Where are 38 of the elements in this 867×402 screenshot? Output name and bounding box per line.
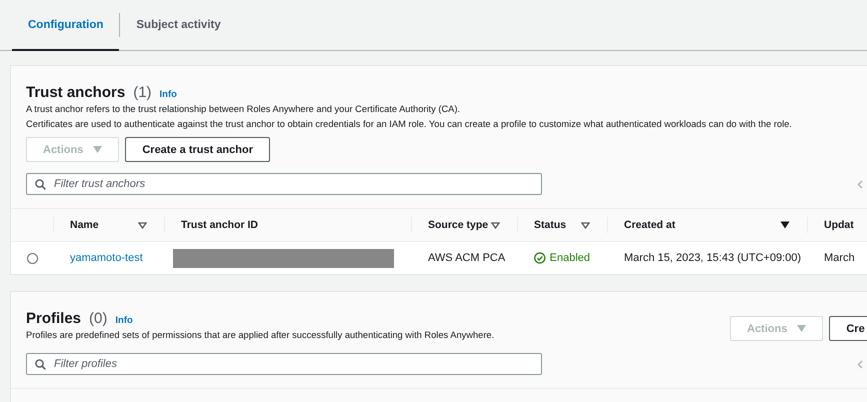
filter-box[interactable]: Filter trust anchors: [26, 173, 542, 195]
info-link[interactable]: Info: [160, 89, 177, 100]
info-link[interactable]: Info: [115, 315, 133, 326]
row-radio[interactable]: [26, 252, 38, 264]
item-count: (1): [133, 84, 152, 101]
section-description: Certificates are used to authenticate against the trust anchor to obtain credentials for an IAM role. You can create a profile to customize what authenticated workloads can do with the role.: [26, 118, 793, 131]
search-icon: [35, 358, 46, 370]
caret-icon: [797, 325, 806, 332]
filter-field[interactable]: Filter trust anchors: [54, 174, 533, 194]
section-description: Profiles are predefined sets of permissions that are applied after successfully authenticating with Roles Anywhere.: [26, 329, 496, 342]
sort-descending-icon[interactable]: [780, 221, 790, 229]
check-circle-icon: [534, 252, 546, 264]
section-title: Profiles: [26, 310, 82, 327]
name-link[interactable]: yamamoto-test: [70, 252, 143, 264]
table-cell: AWS ACM PCA: [428, 252, 506, 264]
column-header[interactable]: Created at: [624, 219, 676, 231]
tab[interactable]: Subject activity: [120, 0, 237, 50]
sort-icon[interactable]: [581, 222, 590, 228]
column-header[interactable]: Status: [534, 219, 566, 231]
table-cell: March: [824, 252, 855, 264]
table-cell: March 15, 2023, 15:43 (UTC+09:00): [624, 252, 802, 264]
item-count: (0): [89, 310, 108, 327]
column-header[interactable]: Updat: [824, 219, 854, 231]
sort-icon[interactable]: [138, 222, 147, 228]
status-text: Enabled: [550, 252, 590, 264]
column-header[interactable]: Source type: [428, 219, 488, 231]
section-title: Trust anchors: [26, 84, 126, 101]
filter-box[interactable]: Filter profiles: [26, 353, 542, 375]
tab[interactable]: Configuration: [12, 0, 120, 50]
column-header[interactable]: Trust anchor ID: [181, 219, 258, 231]
section-description: A trust anchor refers to the trust relationship between Roles Anywhere and your Certificate Authority (CA).: [26, 103, 462, 116]
column-header[interactable]: Name: [70, 219, 99, 231]
create-button[interactable]: Cre: [829, 316, 867, 341]
sort-icon[interactable]: [491, 222, 500, 228]
filter-field[interactable]: Filter profiles: [54, 354, 533, 374]
caret-icon: [93, 146, 102, 153]
search-icon: [35, 178, 46, 190]
create-button[interactable]: Create a trust anchor: [125, 137, 270, 162]
